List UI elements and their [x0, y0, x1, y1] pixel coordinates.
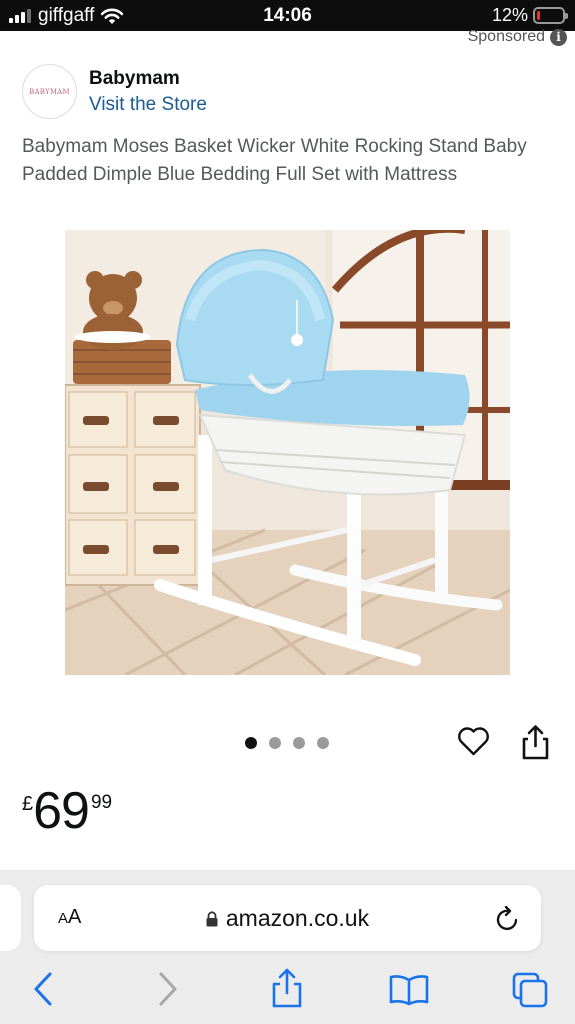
url-display[interactable]: amazon.co.uk	[34, 905, 541, 932]
battery-level	[537, 11, 540, 20]
carousel-dot[interactable]	[269, 737, 281, 749]
product-title[interactable]: Babymam Moses Basket Wicker White Rockin…	[22, 133, 552, 188]
product-image[interactable]	[65, 230, 510, 675]
price-whole: 69	[33, 782, 90, 840]
reload-icon[interactable]	[495, 904, 521, 932]
tabs-icon[interactable]	[511, 971, 549, 1009]
battery-icon	[533, 7, 568, 24]
brand-text: Babymam Visit the Store	[89, 66, 207, 118]
carousel-dot[interactable]	[245, 737, 257, 749]
brand-logo[interactable]: BABYMAM	[22, 64, 77, 119]
sponsored-text: Sponsored	[467, 28, 545, 45]
carousel-dot[interactable]	[293, 737, 305, 749]
visit-store-link[interactable]: Visit the Store	[89, 92, 207, 118]
url-text: amazon.co.uk	[225, 905, 370, 931]
forward-icon[interactable]	[157, 971, 179, 1007]
price-fraction: 99	[90, 792, 113, 813]
lock-icon	[206, 911, 218, 927]
price: £ 69 99	[22, 780, 112, 842]
status-bar: giffgaff 14:06 12%	[0, 0, 575, 31]
heart-icon[interactable]	[456, 724, 491, 759]
info-icon[interactable]: i	[550, 28, 567, 46]
previous-tab-preview[interactable]	[0, 885, 21, 951]
battery-percent: 12%	[491, 5, 528, 25]
carousel-dot[interactable]	[317, 737, 329, 749]
address-bar[interactable]: AA amazon.co.uk	[34, 885, 541, 951]
share-icon[interactable]	[519, 724, 552, 761]
battery-group: 12%	[491, 5, 568, 26]
brand-name[interactable]: Babymam	[89, 66, 207, 92]
price-currency: £	[22, 793, 34, 815]
sponsored-label[interactable]: Sponsored i	[468, 28, 567, 46]
back-icon[interactable]	[32, 971, 54, 1007]
browser-toolbar: AA amazon.co.uk	[0, 871, 575, 1024]
brand-header[interactable]: BABYMAM Babymam Visit the Store	[22, 64, 207, 119]
image-carousel-dots[interactable]	[245, 737, 329, 749]
clock: 14:06	[263, 5, 312, 26]
bookmarks-icon[interactable]	[389, 974, 429, 1006]
toolbar-share-icon[interactable]	[270, 967, 304, 1009]
brand-logo-text: BABYMAM	[29, 87, 70, 96]
